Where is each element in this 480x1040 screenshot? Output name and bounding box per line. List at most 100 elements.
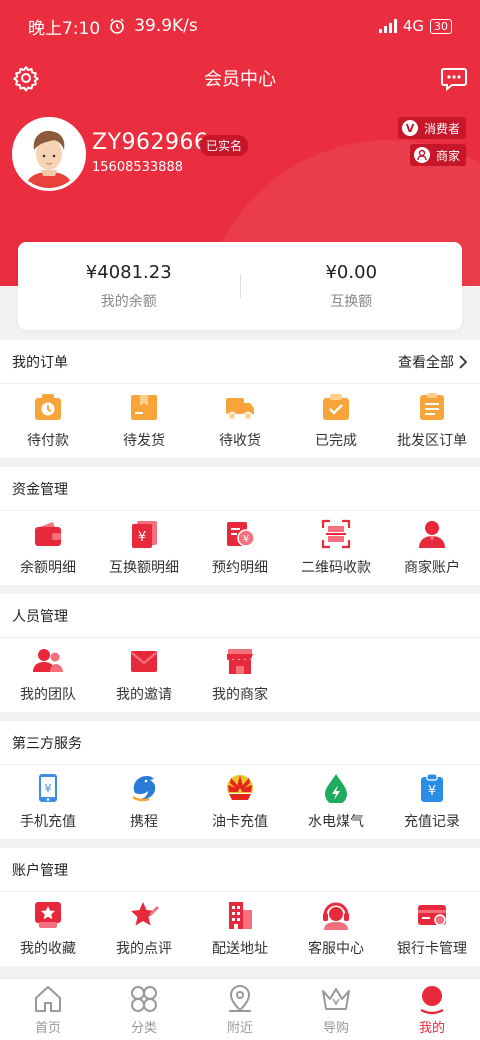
view-all-label: 查看全部 <box>398 354 454 371</box>
status-speed: 39.9K/s <box>134 16 198 36</box>
building-icon <box>229 902 252 929</box>
my-favorites[interactable]: 我的收藏 <box>0 892 96 966</box>
order-pending-shipment[interactable]: 待发货 <box>96 384 192 458</box>
my-merchants[interactable]: 我的商家 <box>192 638 288 712</box>
page-title: 会员中心 <box>204 69 276 90</box>
order-wholesale[interactable]: 批发区订单 <box>384 384 480 458</box>
tab-label: 附近 <box>226 1021 253 1036</box>
role-merchant-badge[interactable]: 商家 <box>409 144 466 166</box>
role-label: 商家 <box>435 148 460 163</box>
me-icon <box>420 986 444 1015</box>
bottom-tab-bar: 首页 分类 附近 导购 我的 <box>0 978 480 1040</box>
balance-amount: ¥4081.23 <box>85 261 172 283</box>
svg-text:¥: ¥ <box>138 530 146 545</box>
review-star-icon <box>131 902 159 926</box>
svg-text:¥: ¥ <box>243 534 249 545</box>
my-team[interactable]: 我的团队 <box>0 638 96 712</box>
yuan-card-icon: ¥ <box>132 521 157 548</box>
customer-service[interactable]: 客服中心 <box>288 892 384 966</box>
item-label: 充值记录 <box>404 814 460 830</box>
bank-card-icon <box>418 905 446 926</box>
section-title: 第三方服务 <box>12 735 82 752</box>
truck-icon <box>226 398 254 421</box>
tab-guide[interactable]: 导购 <box>288 979 384 1040</box>
qr-payment[interactable]: 二维码收款 <box>288 511 384 585</box>
exchange-amount: ¥0.00 <box>325 261 378 283</box>
orders-section: 我的订单 查看全部 待付款 待发货 待收货 已完成 批发区订单 <box>0 340 480 458</box>
petrochina-icon <box>227 775 253 801</box>
people-section: 人员管理 我的团队 我的邀请 我的商家 <box>0 594 480 712</box>
username: ZY962966 <box>92 130 209 155</box>
item-label: 待收货 <box>219 433 261 449</box>
status-time: 晚上7:10 <box>28 18 101 39</box>
tab-label: 首页 <box>34 1021 61 1036</box>
third-party-section: 第三方服务 ¥ 手机充值 携程 油卡充值 水电煤气 ¥ 充值记录 <box>0 721 480 839</box>
my-invitations[interactable]: 我的邀请 <box>96 638 192 712</box>
svg-text:¥: ¥ <box>428 784 436 799</box>
tab-me[interactable]: 我的 <box>384 979 480 1040</box>
section-title: 资金管理 <box>12 481 68 498</box>
recharge-records[interactable]: ¥ 充值记录 <box>384 765 480 839</box>
funds-section: 资金管理 余额明细 ¥ 互换额明细 ¥ 预约明细 二维码收款 商家账户 <box>0 467 480 585</box>
list-icon <box>420 393 444 420</box>
user-icon <box>419 521 445 548</box>
item-label: 水电煤气 <box>308 814 364 830</box>
svg-text:¥: ¥ <box>45 782 52 795</box>
account-section: 账户管理 我的收藏 我的点评 配送地址 客服中心 银行卡管理 <box>0 848 480 966</box>
delivery-address[interactable]: 配送地址 <box>192 892 288 966</box>
wallet-icon <box>35 522 61 546</box>
item-label: 我的点评 <box>116 941 172 957</box>
item-label: 配送地址 <box>212 941 268 957</box>
order-completed[interactable]: 已完成 <box>288 384 384 458</box>
tab-label: 分类 <box>130 1021 157 1036</box>
exchange-balance[interactable]: ¥0.00 互换额 <box>241 242 463 330</box>
item-label: 我的商家 <box>212 687 268 703</box>
bank-card-management[interactable]: 银行卡管理 <box>384 892 480 966</box>
status-bar: 晚上7:10 39.9K/s 4G 30 <box>0 0 480 52</box>
item-label: 预约明细 <box>212 560 268 576</box>
category-icon <box>131 986 157 1012</box>
item-label: 客服中心 <box>308 941 364 957</box>
order-pending-receipt[interactable]: 待收货 <box>192 384 288 458</box>
ctrip[interactable]: 携程 <box>96 765 192 839</box>
utilities[interactable]: 水电煤气 <box>288 765 384 839</box>
role-consumer-badge[interactable]: V 消费者 <box>397 117 466 139</box>
qr-scan-icon <box>321 519 351 549</box>
balance-label: 我的余额 <box>100 293 157 310</box>
section-title: 账户管理 <box>12 862 68 879</box>
gear-icon[interactable] <box>12 64 40 92</box>
item-label: 我的邀请 <box>116 687 172 703</box>
balance-card: ¥4081.23 我的余额 ¥0.00 互换额 <box>18 242 462 330</box>
item-label: 批发区订单 <box>397 433 467 449</box>
view-all-orders-link[interactable]: 查看全部 <box>398 352 468 372</box>
balance-detail[interactable]: 余额明细 <box>0 511 96 585</box>
merchant-account[interactable]: 商家账户 <box>384 511 480 585</box>
reserve-icon: ¥ <box>227 522 255 547</box>
check-bag-icon <box>323 394 349 420</box>
battery-icon: 30 <box>430 18 452 34</box>
service-icon <box>323 902 349 930</box>
item-label: 已完成 <box>315 433 357 449</box>
my-balance[interactable]: ¥4081.23 我的余额 <box>18 242 240 330</box>
my-reviews[interactable]: 我的点评 <box>96 892 192 966</box>
tab-home[interactable]: 首页 <box>0 979 96 1040</box>
shop-icon <box>227 649 253 674</box>
reservation-detail[interactable]: ¥ 预约明细 <box>192 511 288 585</box>
tab-nearby[interactable]: 附近 <box>192 979 288 1040</box>
item-label: 我的收藏 <box>20 941 76 957</box>
tab-category[interactable]: 分类 <box>96 979 192 1040</box>
exchange-detail[interactable]: ¥ 互换额明细 <box>96 511 192 585</box>
signal-icon <box>378 19 397 33</box>
network-type: 4G <box>402 17 424 35</box>
section-title: 人员管理 <box>12 608 68 625</box>
drop-bolt-icon <box>325 774 347 803</box>
favorite-icon <box>35 902 61 928</box>
oil-card-recharge[interactable]: 油卡充值 <box>192 765 288 839</box>
avatar[interactable] <box>12 117 86 191</box>
item-label: 互换额明细 <box>109 560 179 576</box>
order-pending-payment[interactable]: 待付款 <box>0 384 96 458</box>
message-icon[interactable] <box>440 64 468 92</box>
crown-icon <box>322 988 350 1010</box>
phone-recharge[interactable]: ¥ 手机充值 <box>0 765 96 839</box>
location-icon <box>229 984 251 1012</box>
